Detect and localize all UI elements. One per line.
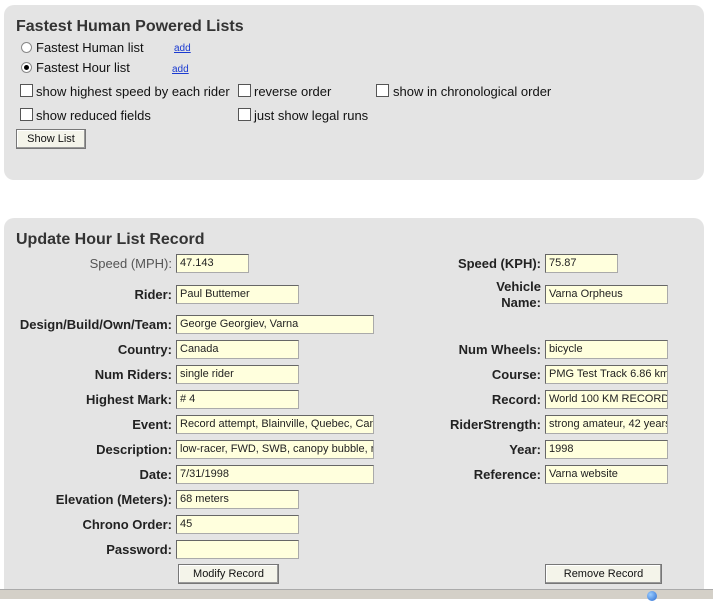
update-record-panel: Update Hour List Record Speed (MPH): Rid… (4, 218, 704, 598)
course-field[interactable]: PMG Test Track 6.86 km (545, 365, 668, 384)
reference-label: Reference: (473, 467, 541, 482)
speed-mph-field[interactable]: 47.143 (176, 254, 249, 273)
record-panel-title: Update Hour List Record (16, 231, 205, 248)
legal-runs-checkbox[interactable] (238, 108, 251, 121)
speed-kph-label: Speed (KPH): (457, 256, 541, 271)
design-label: Design/Build/Own/Team: (19, 317, 172, 332)
fastest-hour-label: Fastest Hour list (36, 60, 130, 75)
remove-record-button[interactable]: Remove Record (545, 564, 662, 584)
show-list-button[interactable]: Show List (16, 129, 86, 149)
list-options-panel: Fastest Human Powered Lists Fastest Huma… (4, 5, 704, 180)
reduced-fields-checkbox[interactable] (20, 108, 33, 121)
chronological-label: show in chronological order (393, 84, 552, 99)
vehicle-name-label-line2: Name: (501, 295, 541, 310)
vehicle-name-label-line1: Vehicle (496, 279, 541, 294)
num-riders-label: Num Riders: (94, 367, 172, 382)
design-field[interactable]: George Georgiev, Varna (176, 315, 374, 334)
chrono-order-label: Chrono Order: (82, 517, 172, 532)
event-field[interactable]: Record attempt, Blainville, Quebec, Cana (176, 415, 374, 434)
legal-runs-label: just show legal runs (254, 108, 369, 123)
date-field[interactable]: 7/31/1998 (176, 465, 374, 484)
modify-record-button[interactable]: Modify Record (178, 564, 279, 584)
highest-mark-field[interactable]: # 4 (176, 390, 299, 409)
country-label: Country: (117, 342, 172, 357)
reference-field[interactable]: Varna website (545, 465, 668, 484)
globe-icon (647, 591, 657, 601)
num-riders-field[interactable]: single rider (176, 365, 299, 384)
year-field[interactable]: 1998 (545, 440, 668, 459)
speed-mph-label: Speed (MPH): (89, 256, 172, 271)
date-label: Date: (139, 467, 172, 482)
highest-mark-label: Highest Mark: (86, 392, 172, 407)
fastest-hour-add-link[interactable]: add (172, 64, 189, 75)
chrono-order-field[interactable]: 45 (176, 515, 299, 534)
chronological-checkbox[interactable] (376, 84, 389, 97)
fastest-human-label: Fastest Human list (36, 40, 144, 55)
fastest-hour-radio[interactable] (21, 62, 32, 73)
event-label: Event: (132, 417, 172, 432)
reverse-order-checkbox[interactable] (238, 84, 251, 97)
reverse-order-label: reverse order (254, 84, 332, 99)
reduced-fields-label: show reduced fields (36, 108, 151, 123)
description-field[interactable]: low-racer, FWD, SWB, canopy bubble, re (176, 440, 374, 459)
vehicle-name-field[interactable]: Varna Orpheus (545, 285, 668, 304)
num-wheels-label: Num Wheels: (458, 342, 541, 357)
list-panel-title: Fastest Human Powered Lists (16, 18, 244, 35)
fastest-human-radio[interactable] (21, 42, 32, 53)
password-field[interactable] (176, 540, 299, 559)
year-label: Year: (509, 442, 541, 457)
rider-strength-label: RiderStrength: (450, 417, 541, 432)
elevation-label: Elevation (Meters): (55, 492, 172, 507)
num-wheels-field[interactable]: bicycle (545, 340, 668, 359)
elevation-field[interactable]: 68 meters (176, 490, 299, 509)
record-field[interactable]: World 100 KM RECORD (545, 390, 668, 409)
fastest-human-add-link[interactable]: add (174, 43, 191, 54)
rider-strength-field[interactable]: strong amateur, 42 years (545, 415, 668, 434)
password-label: Password: (106, 542, 172, 557)
highest-speed-label: show highest speed by each rider (36, 84, 230, 99)
record-label: Record: (491, 392, 541, 407)
country-field[interactable]: Canada (176, 340, 299, 359)
rider-field[interactable]: Paul Buttemer (176, 285, 299, 304)
speed-kph-field[interactable]: 75.87 (545, 254, 618, 273)
description-label: Description: (96, 442, 172, 457)
highest-speed-checkbox[interactable] (20, 84, 33, 97)
course-label: Course: (491, 367, 541, 382)
rider-label: Rider: (134, 287, 172, 302)
